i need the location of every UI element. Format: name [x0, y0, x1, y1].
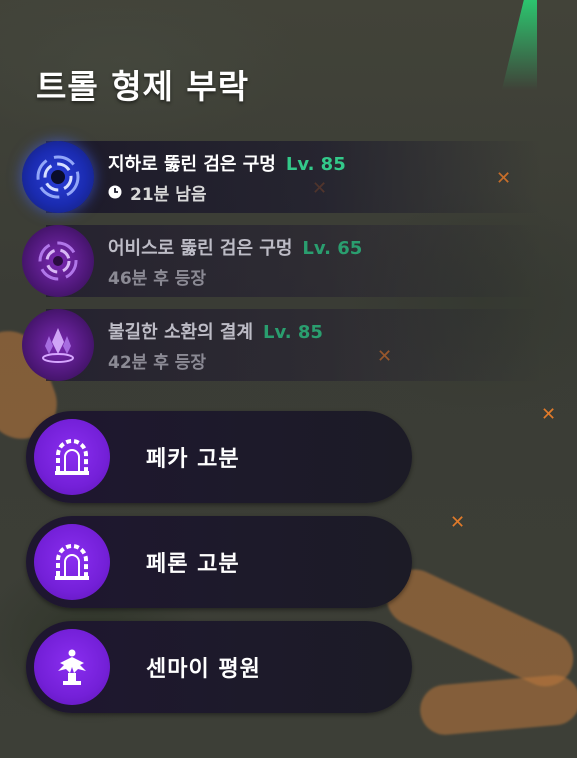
summoning-crystal-icon — [22, 309, 94, 381]
event-status: 42분 후 등장 — [108, 352, 207, 373]
tomb-gate-icon — [34, 419, 110, 495]
map-marker-icon: ✕ — [541, 404, 557, 425]
winged-statue-icon — [34, 629, 110, 705]
event-level: Lv. 65 — [302, 237, 363, 259]
abyss-vortex-icon — [22, 225, 94, 297]
map-marker-icon: ✕ — [450, 512, 466, 533]
event-item-black-hole[interactable]: 지하로 뚫린 검은 구멍 Lv. 85 21분 남음 — [22, 138, 542, 216]
event-name: 어비스로 뚫린 검은 구멍 — [108, 237, 293, 259]
destination-button-peka-tomb[interactable]: 페카 고분 — [26, 411, 412, 503]
destination-label: 페론 고분 — [146, 552, 240, 577]
event-name: 지하로 뚫린 검은 구멍 — [108, 153, 276, 175]
event-name: 불길한 소환의 결계 — [108, 321, 254, 343]
event-level: Lv. 85 — [285, 153, 346, 175]
black-hole-vortex-icon — [22, 141, 94, 213]
event-status: 46분 후 등장 — [108, 268, 207, 289]
event-status: 21분 남음 — [130, 184, 207, 205]
destination-button-senmai-plains[interactable]: 센마이 평원 — [26, 621, 412, 713]
event-level: Lv. 85 — [263, 321, 323, 343]
region-title: 트롤 형제 부락 — [36, 67, 250, 106]
event-item-abyss[interactable]: 어비스로 뚫린 검은 구멍 Lv. 65 46분 후 등장 — [22, 222, 542, 300]
tomb-gate-icon — [34, 524, 110, 600]
destination-button-peron-tomb[interactable]: 페론 고분 — [26, 516, 412, 608]
clock-icon — [108, 185, 122, 199]
destination-label: 페카 고분 — [146, 447, 240, 472]
destination-label: 센마이 평원 — [146, 657, 261, 682]
event-item-summoning[interactable]: 불길한 소환의 결계 Lv. 85 42분 후 등장 — [22, 306, 542, 384]
